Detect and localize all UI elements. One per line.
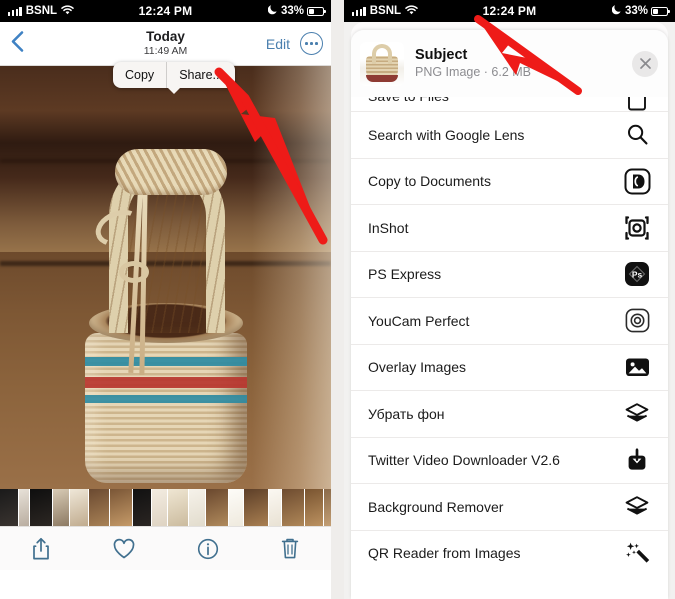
photo-viewer[interactable] <box>0 66 331 489</box>
filmstrip-thumbnail[interactable] <box>244 489 268 526</box>
subject-thumbnail <box>360 41 404 86</box>
filmstrip-thumbnail[interactable] <box>53 489 69 526</box>
filmstrip-thumbnail[interactable] <box>189 489 205 526</box>
photos-app-panel: BSNL 12:24 PM 33% Today 11:49 AM Edit Co… <box>0 0 331 599</box>
share-sheet: Subject PNG Image · 6.2 MB Save to Files <box>351 30 668 599</box>
share-action-label: Copy to Documents <box>368 173 491 190</box>
nav-right-actions: Edit <box>266 32 323 55</box>
thumbnail-basket-band <box>366 74 398 82</box>
remove-background-layers-icon <box>622 399 652 429</box>
photo-light-highlight <box>251 66 331 489</box>
screenshot-root: BSNL 12:24 PM 33% Today 11:49 AM Edit Co… <box>0 0 675 599</box>
status-bar-right-group: 33% <box>267 4 326 18</box>
share-action-remove-background-ru[interactable]: Убрать фон <box>351 390 668 437</box>
share-action-background-remover[interactable]: Background Remover <box>351 483 668 530</box>
filmstrip-thumbnail[interactable] <box>30 489 52 526</box>
share-action-label: Убрать фон <box>368 405 445 422</box>
search-icon <box>622 120 652 150</box>
ps-express-app-icon: Ps <box>622 259 652 289</box>
do-not-disturb-moon-icon <box>267 4 278 18</box>
share-action-label: YouCam Perfect <box>368 312 470 329</box>
thumbnail-basket-handle <box>372 43 392 64</box>
trash-icon[interactable] <box>280 537 300 560</box>
filmstrip-thumbnail[interactable] <box>168 489 188 526</box>
battery-percent-label: 33% <box>280 5 304 17</box>
basket-band-teal-2 <box>84 395 247 403</box>
share-action-label: Background Remover <box>368 498 504 515</box>
share-upload-icon[interactable] <box>31 537 51 561</box>
filmstrip-thumbnail[interactable] <box>152 489 167 526</box>
battery-icon <box>307 6 326 16</box>
basket-body <box>84 333 247 483</box>
share-action-copy-to-documents[interactable]: Copy to Documents <box>351 157 668 204</box>
share-button[interactable]: Share... <box>167 62 235 88</box>
share-action-inshot[interactable]: InShot <box>351 204 668 251</box>
copy-share-popup: Copy Share... <box>113 62 235 88</box>
battery-percent-label: 33% <box>624 5 648 17</box>
filmstrip-thumbnail[interactable] <box>0 489 18 526</box>
battery-icon <box>651 6 670 16</box>
edit-button[interactable]: Edit <box>266 36 290 52</box>
share-sheet-panel: BSNL 12:24 PM 33% Subject PNG Image · 6.… <box>344 0 675 599</box>
photo-nav-bar: Today 11:49 AM Edit <box>0 22 331 66</box>
panel-divider <box>331 0 344 599</box>
share-action-overlay-images[interactable]: Overlay Images <box>351 343 668 390</box>
share-action-google-lens[interactable]: Search with Google Lens <box>351 111 668 158</box>
svg-text:Ps: Ps <box>632 270 643 280</box>
heart-icon[interactable] <box>112 538 136 560</box>
filmstrip-thumbnail[interactable] <box>89 489 109 526</box>
share-action-label: QR Reader from Images <box>368 545 521 562</box>
filmstrip-thumbnail[interactable] <box>229 489 243 526</box>
share-action-youcam-perfect[interactable]: YouCam Perfect <box>351 297 668 344</box>
share-item-meta: PNG Image · 6.2 MB <box>415 64 532 79</box>
basket-band-red <box>84 377 247 388</box>
do-not-disturb-moon-icon <box>611 4 622 18</box>
filmstrip-thumbnail[interactable] <box>206 489 228 526</box>
status-bar-left: BSNL 12:24 PM 33% <box>0 0 331 22</box>
more-ellipsis-icon[interactable] <box>300 32 323 55</box>
share-action-label: Twitter Video Downloader V2.6 <box>368 452 560 469</box>
share-action-label: Save to Files <box>368 97 449 104</box>
info-circle-icon[interactable] <box>197 538 219 560</box>
basket-handle-knot <box>114 149 227 195</box>
save-to-files-icon <box>622 97 652 111</box>
filmstrip-thumbnail[interactable] <box>110 489 132 526</box>
share-action-ps-express[interactable]: PS Express Ps <box>351 250 668 297</box>
magic-wand-icon <box>622 538 652 568</box>
share-action-qr-reader[interactable]: QR Reader from Images <box>351 529 668 576</box>
share-item-title: Subject <box>415 46 468 63</box>
copy-button[interactable]: Copy <box>113 62 166 88</box>
status-bar-right: BSNL 12:24 PM 33% <box>344 0 675 22</box>
download-icon <box>622 445 652 475</box>
background-remover-layers-icon <box>622 492 652 522</box>
basket-knot-ring <box>118 261 149 283</box>
filmstrip-thumbnail[interactable] <box>70 489 88 526</box>
share-action-label: Search with Google Lens <box>368 126 525 143</box>
share-action-label: Overlay Images <box>368 359 467 376</box>
share-sheet-title-block: Subject PNG Image · 6.2 MB <box>415 47 531 81</box>
basket-band-teal-1 <box>84 357 247 366</box>
share-sheet-header: Subject PNG Image · 6.2 MB <box>351 30 668 97</box>
share-action-twitter-video-downloader[interactable]: Twitter Video Downloader V2.6 <box>351 436 668 483</box>
filmstrip-thumbnail[interactable] <box>282 489 304 526</box>
youcam-perfect-app-icon <box>622 306 652 336</box>
filmstrip-thumbnail[interactable] <box>269 489 281 526</box>
share-action-label: InShot <box>368 219 409 236</box>
overlay-images-app-icon <box>622 352 652 382</box>
close-x-icon[interactable] <box>632 50 658 77</box>
filmstrip-thumbnail[interactable] <box>324 489 331 526</box>
documents-app-icon <box>622 166 652 196</box>
basket-subject <box>71 149 261 483</box>
share-action-save-to-files[interactable]: Save to Files <box>351 97 668 111</box>
filmstrip-thumbnail[interactable] <box>305 489 323 526</box>
inshot-app-icon <box>622 213 652 243</box>
status-bar-right-group-2: 33% <box>611 4 670 18</box>
photo-filmstrip[interactable] <box>0 489 331 526</box>
photo-toolbar <box>0 526 331 570</box>
share-action-list[interactable]: Save to Files Search with Google Lens Co… <box>351 97 668 599</box>
share-sheet-backdrop: Subject PNG Image · 6.2 MB Save to Files <box>351 22 668 599</box>
filmstrip-thumbnail[interactable] <box>19 489 29 526</box>
filmstrip-thumbnail[interactable] <box>133 489 151 526</box>
share-action-label: PS Express <box>368 266 442 283</box>
